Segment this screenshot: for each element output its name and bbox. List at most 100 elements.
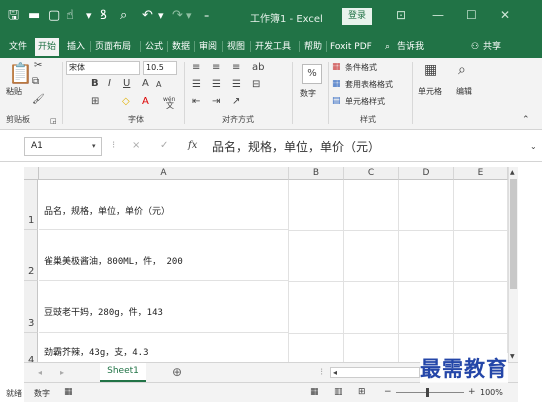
format-as-table-icon[interactable]: ▦ — [332, 78, 341, 90]
prev-sheet-icon[interactable]: ◂ — [38, 367, 42, 379]
ribbon-display-icon[interactable]: ⊡ — [396, 8, 406, 22]
bottom-align-icon[interactable]: ≡ — [232, 62, 240, 74]
decrease-indent-icon[interactable]: ⇤ — [192, 96, 200, 108]
row-header[interactable]: 2 — [24, 230, 38, 281]
underline-button[interactable]: U — [123, 78, 130, 90]
print-preview-icon[interactable]: ⌕ — [120, 8, 127, 24]
cell-a2[interactable]: 雀巢美极酱油，800ML，件， 200 — [44, 254, 183, 267]
formula-input[interactable]: 品名，规格，单位，单价（元） — [212, 138, 380, 155]
tab-view[interactable]: 视图 — [224, 38, 248, 56]
column-e-cells[interactable] — [454, 180, 508, 362]
find-icon[interactable]: ⌕ — [458, 63, 466, 77]
bold-button[interactable]: B — [91, 78, 99, 90]
cut-icon[interactable]: ✂ — [34, 60, 42, 72]
borders-icon[interactable]: ⊞ — [91, 96, 99, 108]
tab-tell-me[interactable]: 告诉我 — [394, 38, 427, 56]
number-group-button[interactable]: 数字 — [300, 88, 316, 99]
tab-help[interactable]: 帮助 — [301, 38, 325, 56]
save-icon[interactable]: 🖫 — [8, 8, 19, 24]
page-break-view-icon[interactable]: ⊞ — [358, 386, 366, 398]
cell-styles-button[interactable]: 单元格样式 — [345, 96, 385, 107]
italic-button[interactable]: I — [108, 78, 111, 90]
paste-button[interactable]: 粘贴 — [6, 86, 22, 97]
tab-foxit-pdf[interactable]: Foxit PDF — [327, 38, 375, 56]
cells-button[interactable]: 单元格 — [418, 86, 442, 97]
scrollbar-thumb[interactable] — [510, 179, 517, 289]
increase-indent-icon[interactable]: ⇥ — [212, 96, 220, 108]
cell-styles-icon[interactable]: ▤ — [332, 95, 341, 107]
row-header[interactable]: 3 — [24, 281, 38, 333]
share-button[interactable]: 共享 — [480, 38, 504, 56]
spellcheck-icon[interactable]: ꝸ — [100, 8, 107, 24]
tab-review[interactable]: 审阅 — [196, 38, 220, 56]
zoom-level[interactable]: 100% — [480, 388, 503, 397]
macro-record-icon[interactable]: ▦ — [64, 386, 73, 398]
shrink-font-button[interactable]: A — [156, 79, 161, 91]
minimize-icon[interactable]: — — [432, 8, 444, 22]
column-header-b[interactable]: B — [289, 167, 344, 180]
font-color-icon[interactable]: A — [142, 96, 149, 108]
font-size-select[interactable]: 10.5 — [143, 61, 177, 75]
horizontal-scrollbar[interactable]: ◂ — [330, 367, 420, 378]
cancel-button[interactable]: × — [132, 140, 140, 152]
customize-icon[interactable]: ₌ — [204, 8, 209, 24]
row-header[interactable]: 1 — [24, 180, 38, 230]
tab-insert[interactable]: 插入 — [64, 38, 88, 56]
grow-font-button[interactable]: A — [142, 78, 149, 90]
zoom-slider-thumb[interactable] — [426, 388, 429, 397]
zoom-out-icon[interactable]: − — [384, 386, 392, 398]
cell-a4[interactable]: 劲霸芥辣，43g，支，4.3 — [44, 345, 149, 358]
undo-icon[interactable]: ↶ — [142, 8, 153, 24]
align-left-icon[interactable]: ☰ — [192, 79, 201, 91]
table-row[interactable]: 品名，规格，单位，单价（元） — [39, 180, 289, 230]
touch-mode-icon[interactable]: ☝ — [66, 8, 74, 24]
column-header-d[interactable]: D — [399, 167, 454, 180]
editing-button[interactable]: 编辑 — [456, 86, 472, 97]
font-name-select[interactable]: 宋体 — [66, 61, 140, 75]
new-icon[interactable]: ▢ — [48, 8, 60, 24]
normal-view-icon[interactable]: ▦ — [310, 386, 319, 398]
next-sheet-icon[interactable]: ▸ — [60, 367, 64, 379]
column-b-cells[interactable] — [289, 180, 344, 362]
page-layout-view-icon[interactable]: ▥ — [334, 386, 343, 398]
format-as-table-button[interactable]: 套用表格格式 — [345, 79, 393, 90]
orientation-icon[interactable]: ↗ — [232, 96, 240, 108]
cell-a3[interactable]: 豆豉老干妈，280g，件，143 — [44, 305, 163, 318]
scroll-left-icon[interactable]: ◂ — [333, 367, 337, 379]
table-row[interactable]: 雀巢美极酱油，800ML，件， 200 — [39, 230, 289, 281]
number-format-button[interactable]: % — [302, 64, 322, 84]
format-painter-icon[interactable]: 🖌 — [32, 94, 45, 106]
conditional-format-icon[interactable]: ▦ — [332, 61, 341, 73]
paste-icon[interactable]: 📋 — [8, 62, 33, 84]
align-center-icon[interactable]: ☰ — [212, 79, 221, 91]
insert-function-button[interactable]: fx — [188, 140, 197, 152]
zoom-in-icon[interactable]: + — [468, 386, 476, 398]
dropdown-arrow-icon[interactable]: ▾ — [86, 8, 92, 24]
zoom-slider[interactable] — [396, 392, 464, 393]
open-icon[interactable]: ▬ — [28, 8, 40, 24]
column-header-c[interactable]: C — [344, 167, 399, 180]
cells-icon[interactable]: ▦ — [424, 63, 437, 77]
wrap-text-icon[interactable]: ab — [252, 62, 264, 74]
undo-dropdown-icon[interactable]: ▾ — [158, 8, 164, 24]
tab-split-handle-icon[interactable]: ⁝ — [320, 367, 323, 379]
align-right-icon[interactable]: ☰ — [232, 79, 241, 91]
table-row[interactable]: 豆豉老干妈，280g，件，143 — [39, 281, 289, 333]
copy-icon[interactable]: ⧉ — [32, 76, 39, 88]
name-box[interactable]: A1 — [24, 137, 102, 156]
column-d-cells[interactable] — [399, 180, 454, 362]
table-row[interactable]: 劲霸芥辣，43g，支，4.3 — [39, 333, 289, 362]
select-all-button[interactable] — [24, 167, 39, 180]
middle-align-icon[interactable]: ≡ — [212, 62, 220, 74]
vertical-scrollbar[interactable]: ▲ ▼ — [508, 167, 518, 362]
row-header[interactable]: 4 — [24, 333, 38, 366]
top-align-icon[interactable]: ≡ — [192, 62, 200, 74]
conditional-format-button[interactable]: 条件格式 — [345, 62, 377, 73]
tab-data[interactable]: 数据 — [169, 38, 193, 56]
sheet-tab-sheet1[interactable]: Sheet1 — [100, 363, 146, 382]
name-box-dropdown-icon[interactable]: ▾ — [92, 140, 96, 152]
tab-home[interactable]: 开始 — [35, 38, 60, 56]
tab-formulas[interactable]: 公式 — [142, 38, 166, 56]
tab-file[interactable]: 文件 — [6, 38, 30, 56]
dialog-launcher-icon[interactable]: ◲ — [50, 115, 57, 127]
